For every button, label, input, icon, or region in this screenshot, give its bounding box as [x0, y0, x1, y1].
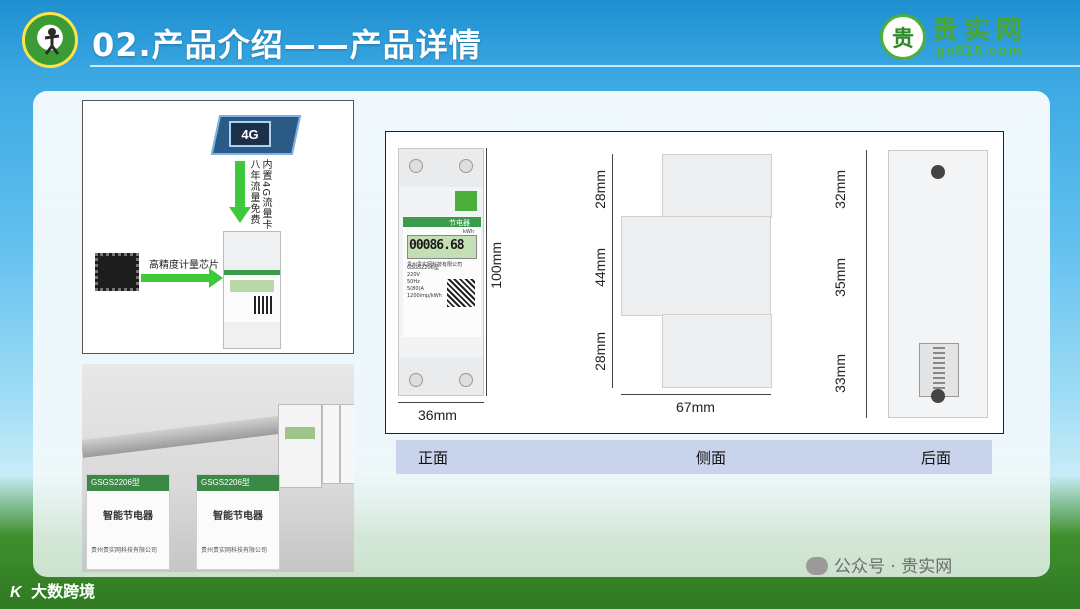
- label-side: 侧面: [696, 449, 727, 467]
- side-top-label: 28mm: [592, 170, 608, 209]
- spring-icon: [933, 347, 945, 391]
- logo-icon: [22, 12, 78, 68]
- sim-card-text: 内置4G流量卡: [260, 159, 271, 231]
- box-company: 贵州贵实网科技有限公司: [91, 547, 158, 554]
- front-model: GSGS2206型: [407, 265, 439, 271]
- box-company: 贵州贵实网科技有限公司: [201, 547, 268, 554]
- mount-hole-icon: [931, 165, 945, 179]
- box-name: 智能节电器: [213, 511, 263, 522]
- footer-logo: K 大数跨境: [10, 578, 95, 602]
- terminal-block: [455, 191, 477, 211]
- view-label-bar: 正面 侧面 后面: [396, 440, 992, 474]
- footer-logo-text: 大数跨境: [31, 582, 96, 601]
- label-back: 后面: [921, 449, 952, 467]
- screw-icon: [459, 159, 473, 173]
- 4g-chip-label: 4G: [229, 121, 271, 147]
- back-view: [888, 150, 988, 418]
- header: 02.产品介绍——产品详情 贵 贵实网 gs816.com: [0, 0, 1080, 86]
- arrow-right-icon: [141, 274, 211, 282]
- product-photo: GSGS2206型 智能节电器 贵州贵实网科技有限公司 GSGS2206型 智能…: [82, 364, 354, 572]
- front-width-label: 36mm: [418, 407, 457, 423]
- screw-icon: [409, 373, 423, 387]
- wechat-watermark: 公众号 · 贵实网: [806, 552, 952, 577]
- mount-hole-icon: [931, 389, 945, 403]
- front-height-label: 100mm: [488, 242, 504, 289]
- back-middle-label: 35mm: [832, 258, 848, 297]
- side-middle-label: 44mm: [592, 248, 608, 287]
- side-view-bottom: [662, 314, 772, 388]
- front-brand: 节电器: [449, 219, 470, 227]
- screw-icon: [409, 159, 423, 173]
- wechat-icon: [806, 557, 828, 575]
- installed-meter: [278, 404, 322, 488]
- side-view-body: [621, 216, 771, 316]
- product-box: GSGS2206型 智能节电器 贵州贵实网科技有限公司: [196, 474, 280, 570]
- free-data-text: 八年流量免费: [248, 159, 259, 225]
- lcd-digits: 00086.68: [409, 238, 465, 253]
- product-box: GSGS2206型 智能节电器 贵州贵实网科技有限公司: [86, 474, 170, 570]
- wechat-text: 公众号 · 贵实网: [834, 557, 953, 577]
- title-divider: [90, 65, 1080, 67]
- box-model: GSGS2206型: [91, 478, 140, 487]
- screw-icon: [459, 373, 473, 387]
- brand-url: gs816.com: [936, 42, 1023, 59]
- back-top-label: 32mm: [832, 170, 848, 209]
- page-title: 02.产品介绍——产品详情: [92, 26, 482, 64]
- circuit-breaker: [322, 404, 340, 484]
- dimension-figure: 节电器 00086.68 kWh 贵州贵实网科技有限公司 GSGS2206型 2…: [385, 131, 1004, 434]
- qr-code-icon: [447, 279, 475, 307]
- box-model: GSGS2206型: [201, 478, 250, 487]
- arrow-right-head-icon: [209, 268, 223, 288]
- feature-diagram: 4G 内置4G流量卡 八年流量免费 高精度计量芯片: [82, 100, 354, 354]
- lcd-unit: kWh: [463, 229, 475, 235]
- side-bottom-label: 28mm: [592, 332, 608, 371]
- box-name: 智能节电器: [103, 511, 153, 522]
- front-view: 节电器 00086.68 kWh 贵州贵实网科技有限公司 GSGS2206型 2…: [398, 148, 484, 396]
- side-view-top: [662, 154, 772, 218]
- arrow-down-icon: [235, 161, 245, 209]
- footer-logo-mark: K: [10, 584, 22, 601]
- qr-code-icon: [254, 296, 272, 314]
- back-bottom-label: 33mm: [832, 354, 848, 393]
- brand-logo: 贵 贵实网 gs816.com: [880, 12, 1050, 62]
- circuit-breaker: [340, 404, 354, 484]
- meter-thumbnail: [223, 231, 281, 349]
- side-width-label: 67mm: [676, 399, 715, 415]
- metering-chip-icon: [95, 253, 139, 291]
- person-icon: [44, 28, 60, 55]
- brand-mark: 贵: [880, 14, 926, 60]
- front-specs: GSGS2206型 220V 50Hz 5(80)A 1200imp/kWh: [407, 265, 447, 300]
- label-front: 正面: [418, 449, 449, 467]
